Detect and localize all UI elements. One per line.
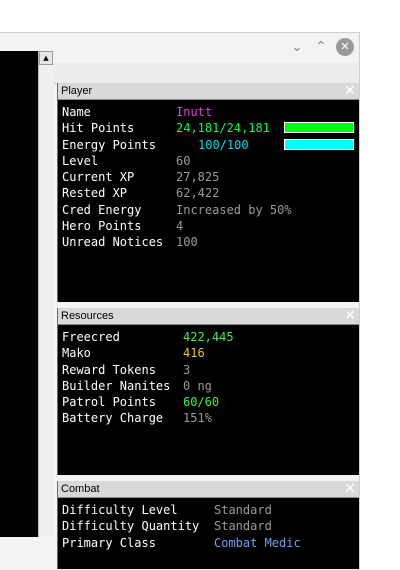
stat-value: Combat Medic — [214, 535, 301, 550]
stat-value: 60 — [176, 153, 191, 168]
close-icon[interactable]: ✕ — [343, 309, 357, 323]
stat-label: Battery Charge — [62, 411, 164, 426]
hit-points-bar — [284, 122, 354, 134]
stat-row: Battery Charge 151% — [62, 410, 359, 426]
stat-row: Hit Points 24,181/24,181 — [62, 120, 359, 136]
stat-label: Difficulty Level — [62, 503, 178, 517]
stat-row: Level 60 — [62, 153, 359, 169]
stat-value: 416 — [183, 346, 205, 361]
stat-value: 62,422 — [176, 186, 220, 201]
player-panel-body: Name Inutt Hit Points 24,181/24,181 Energy P… — [58, 100, 359, 251]
close-icon[interactable]: ✕ — [343, 84, 357, 98]
stat-value: 100 — [176, 235, 198, 250]
stat-row: Patrol Points 60/60 — [62, 394, 359, 410]
stat-row: Difficulty Quantity Standard — [62, 518, 359, 534]
player-panel-header: Player ✕ — [58, 83, 359, 100]
stat-value: 60/60 — [183, 395, 220, 410]
minimize-button[interactable]: ⌄ — [288, 38, 306, 56]
close-icon[interactable]: ✕ — [343, 482, 357, 496]
stat-label: Level — [62, 153, 99, 168]
close-window-button[interactable]: ✕ — [336, 38, 354, 56]
stat-label: Cred Energy — [62, 202, 142, 217]
stat-row: Reward Tokens 3 — [62, 362, 359, 378]
stat-row: Current XP 27,825 — [62, 169, 359, 185]
stat-label: Unread Notices — [62, 235, 164, 250]
output-pane[interactable] — [0, 51, 38, 537]
stat-row: Primary Class Combat Medic — [62, 535, 359, 551]
energy-points-bar — [284, 138, 354, 150]
panel-title: Combat — [61, 483, 100, 495]
stat-value: 4 — [176, 219, 184, 234]
stat-value: Increased by 50% — [176, 202, 292, 217]
energy-points-bar-fill — [285, 139, 353, 149]
stat-row: Name Inutt — [62, 104, 359, 120]
stat-row: Unread Notices 100 — [62, 234, 359, 250]
stat-value: 27,825 — [176, 170, 220, 185]
player-panel: Player ✕ Name Inutt Hit Points 24,181/24,18… — [57, 83, 359, 302]
stat-row: Builder Nanites 0 ng — [62, 378, 359, 394]
stat-label: Energy Points — [62, 137, 156, 152]
stat-label: Builder Nanites — [62, 378, 171, 393]
stat-row: Cred Energy Increased by 50% — [62, 202, 359, 218]
stat-row: Rested XP 62,422 — [62, 185, 359, 201]
panel-title: Resources — [61, 310, 114, 322]
stat-value: 422,445 — [183, 330, 234, 344]
stat-label: Patrol Points — [62, 395, 156, 410]
stat-value: 0 ng — [183, 378, 212, 393]
stat-label: Difficulty Quantity — [62, 519, 200, 534]
stat-label: Reward Tokens — [62, 362, 156, 377]
stat-label: Hero Points — [62, 219, 142, 234]
stat-value: 24,181/24,181 — [176, 121, 270, 136]
stat-row: Freecred 422,445 — [62, 329, 359, 345]
panel-title: Player — [61, 85, 93, 97]
combat-panel-header: Combat ✕ — [58, 481, 359, 498]
stat-label: Current XP — [62, 170, 135, 185]
stat-value: Standard — [214, 503, 272, 517]
stat-row: Hero Points 4 — [62, 218, 359, 234]
stat-row: Difficulty Level Standard — [62, 502, 359, 518]
stat-label: Hit Points — [62, 121, 135, 136]
stat-value: Standard — [214, 519, 272, 534]
stat-label: Mako — [62, 346, 91, 361]
maximize-button[interactable]: ⌃ — [312, 38, 330, 56]
stat-row: Energy Points 100/100 — [62, 137, 359, 153]
combat-panel-body: Difficulty Level Standard Difficulty Quant… — [58, 498, 359, 551]
stat-value: 151% — [183, 411, 212, 426]
combat-panel: Combat ✕ Difficulty Level Standard Difficu… — [57, 481, 359, 569]
resources-panel-header: Resources ✕ — [58, 308, 359, 325]
stat-label: Name — [62, 105, 91, 119]
stat-value: 3 — [183, 362, 191, 377]
resources-panel: Resources ✕ Freecred 422,445 Mako 416 Reward… — [57, 308, 359, 475]
resources-panel-body: Freecred 422,445 Mako 416 Reward Tokens 3 Buil… — [58, 325, 359, 427]
scroll-up-arrow-icon[interactable]: ▲ — [39, 51, 53, 65]
stat-label: Primary Class — [62, 535, 156, 550]
stat-label: Freecred — [62, 330, 120, 344]
scrollbar[interactable]: ▲ — [38, 51, 54, 537]
stat-value: 100/100 — [198, 137, 249, 152]
hit-points-bar-fill — [285, 123, 353, 133]
stat-row: Mako 416 — [62, 345, 359, 361]
stat-value: Inutt — [176, 105, 213, 119]
stat-label: Rested XP — [62, 186, 128, 201]
